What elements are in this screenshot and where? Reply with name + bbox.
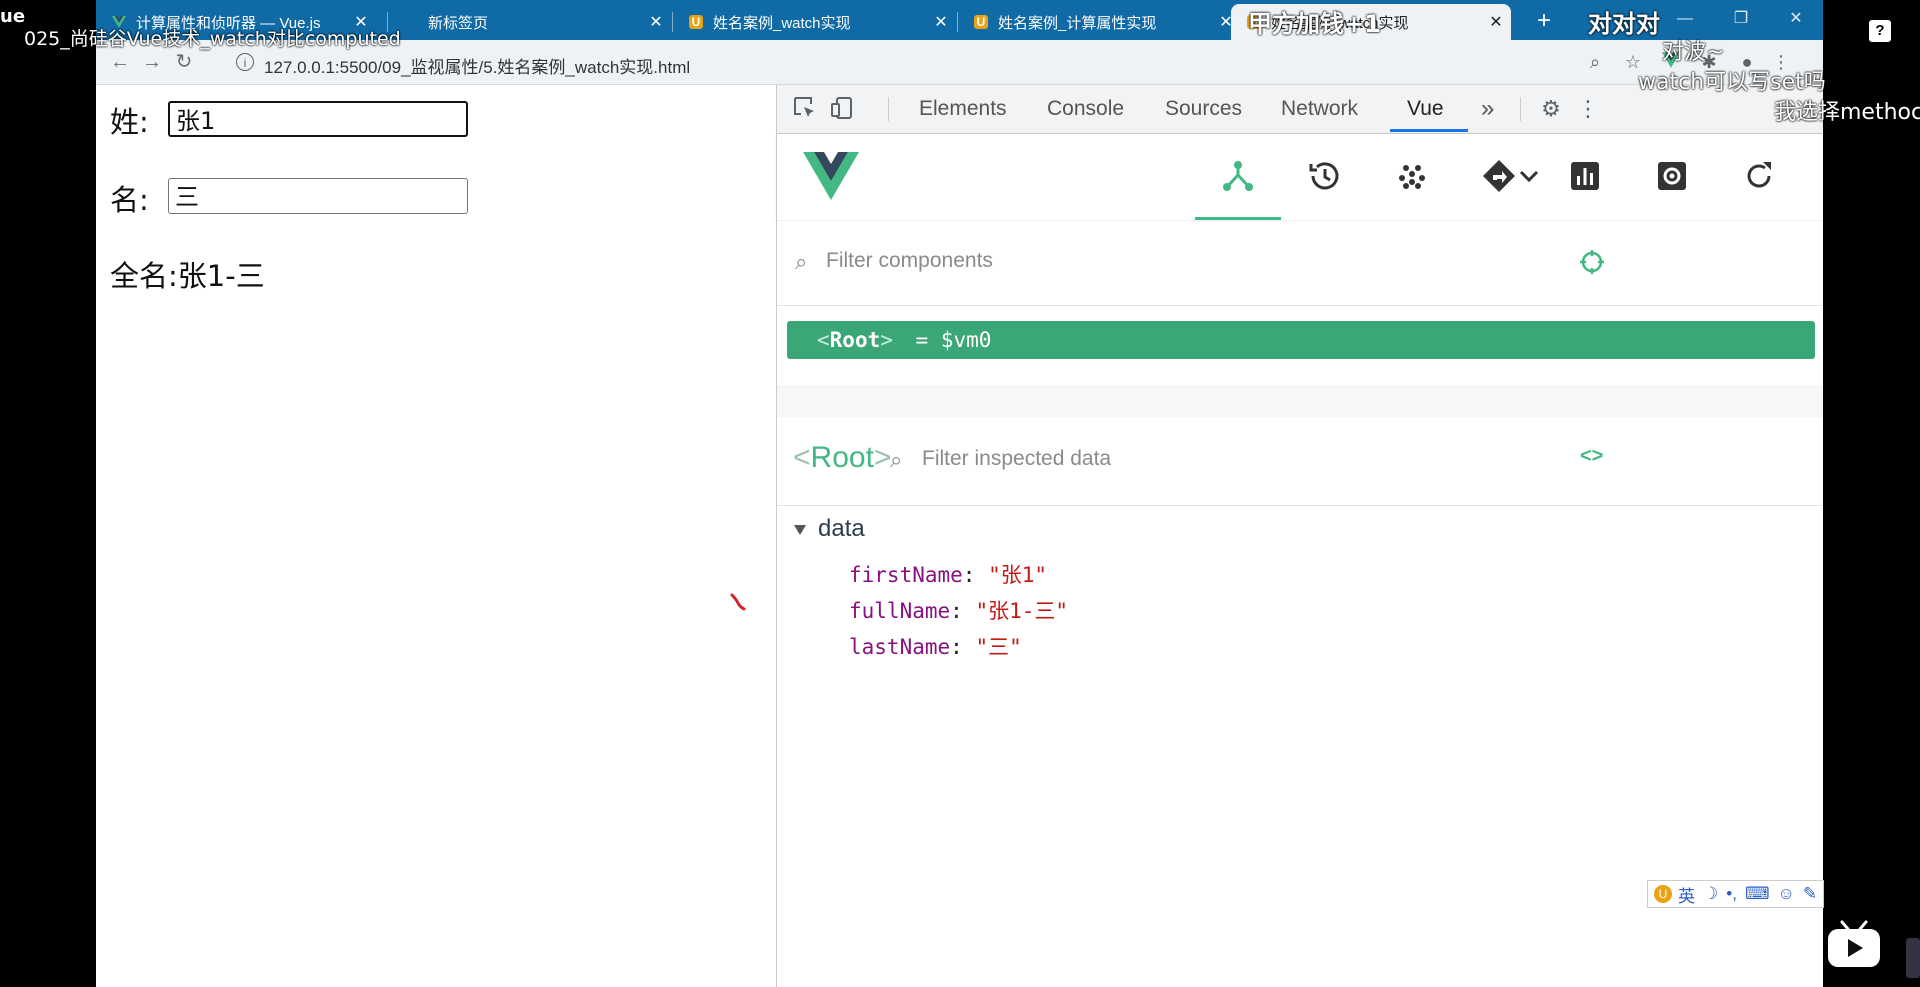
data-row-fullname[interactable]: fullName: "张1-三" (849, 595, 1068, 625)
refresh-icon[interactable] (1737, 154, 1781, 198)
tag-open: < (817, 328, 830, 352)
first-name-label: 姓: (110, 105, 149, 139)
search-icon: ⌕ (890, 447, 903, 472)
inspect-element-icon[interactable] (791, 95, 819, 123)
inspector-header: <Root> ⌕ Filter inspected data <> (777, 417, 1823, 506)
devtools-panel: Elements Console Sources Network Vue » ⚙… (776, 85, 1823, 987)
close-icon[interactable]: ✕ (926, 12, 956, 32)
full-name-label: 全名: (110, 259, 178, 293)
help-icon[interactable]: ? (1869, 20, 1891, 42)
browser-window: 计算属性和侦听器 — Vue.js ✕ 新标签页 ✕ U 姓名案例_watch实… (96, 0, 1823, 987)
window-close-button[interactable]: ✕ (1776, 6, 1816, 32)
back-button[interactable]: ← (106, 48, 134, 76)
select-component-target-icon[interactable] (1578, 248, 1606, 281)
active-vue-tab-indicator (1195, 217, 1281, 220)
components-tree-icon[interactable] (1216, 154, 1260, 198)
filter-components-input[interactable]: Filter components (826, 249, 993, 273)
html-file-icon: U (689, 15, 703, 29)
reload-button[interactable]: ↻ (170, 48, 198, 76)
minimize-button[interactable]: — (1665, 6, 1705, 32)
ime-logo-icon: U (1654, 885, 1672, 903)
html-file-icon: U (974, 15, 988, 29)
blank-page-icon (404, 15, 418, 29)
vue-logo-icon (803, 152, 859, 205)
page-content: 姓: 张1 名: 三 全名:张1-三 (96, 85, 776, 987)
overlay-fragment: ue (0, 6, 26, 27)
punctuation-icon[interactable]: •, (1726, 884, 1737, 904)
vm-reference: = $vm0 (915, 328, 992, 352)
full-name-value: 张1-三 (177, 259, 265, 293)
video-title: 025_尚硅谷Vue技术_watch对比computed (24, 28, 401, 50)
inspected-component-title: <Root> (793, 441, 892, 474)
tag-close: > (880, 328, 893, 352)
side-handle[interactable] (1906, 938, 1920, 978)
search-icon: ⌕ (795, 249, 808, 274)
tab-elements[interactable]: Elements (919, 85, 1007, 133)
last-name-label: 名: (110, 183, 149, 217)
danmaku-comment: 对波~ (1662, 40, 1725, 65)
component-tree-root[interactable]: <Root> = $vm0 (787, 321, 1815, 359)
tab-watch-demo[interactable]: U 姓名案例_watch实现 ✕ (673, 4, 956, 40)
tab-computed-demo[interactable]: U 姓名案例_计算属性实现 ✕ (958, 4, 1241, 40)
tab-new-tab[interactable]: 新标签页 ✕ (388, 4, 671, 40)
danmaku-comment: 我选择methoc (1774, 100, 1920, 125)
danmaku-comment: watch可以写set吗 (1638, 70, 1826, 95)
bilibili-tv-icon[interactable] (1826, 918, 1882, 975)
pen-mark-icon (730, 593, 746, 616)
tab-sources[interactable]: Sources (1165, 85, 1242, 133)
wrench-icon[interactable]: ✎ (1803, 884, 1817, 904)
active-tab-indicator (1390, 129, 1468, 132)
settings-gear-icon[interactable]: ⚙ (1537, 95, 1565, 123)
first-name-input[interactable]: 张1 (168, 101, 468, 137)
tab-label: 姓名案例_计算属性实现 (998, 14, 1157, 32)
tab-console[interactable]: Console (1047, 85, 1124, 133)
vue-settings-icon[interactable] (1650, 154, 1694, 198)
close-icon[interactable]: ✕ (1481, 12, 1511, 32)
forward-button[interactable]: → (138, 48, 166, 76)
last-name-input[interactable]: 三 (168, 178, 468, 214)
vue-devtools-toolbar (777, 134, 1823, 220)
moon-icon[interactable]: ☽ (1703, 884, 1718, 904)
full-name-display: 全名:张1-三 (110, 253, 265, 295)
close-icon[interactable]: ✕ (641, 12, 671, 32)
danmaku-comment: 对对对 (1588, 10, 1660, 38)
vuex-dots-icon[interactable] (1390, 154, 1434, 198)
tab-label: 新标签页 (428, 14, 489, 32)
chevron-down-icon[interactable] (1515, 154, 1543, 198)
panel-splitter[interactable] (777, 385, 1823, 417)
new-tab-button[interactable]: + (1529, 6, 1559, 36)
info-icon[interactable]: i (236, 53, 254, 71)
root-component-name: Root (829, 328, 881, 352)
devtools-menu-icon[interactable]: ⋮ (1574, 95, 1602, 123)
timeline-history-icon[interactable] (1303, 154, 1347, 198)
data-section-label[interactable]: data (818, 515, 865, 543)
tab-vue[interactable]: Vue (1407, 85, 1444, 133)
url-text[interactable]: 127.0.0.1:5500/09_监视属性/5.姓名案例_watch实现.ht… (264, 53, 690, 78)
tab-label: 姓名案例_watch实现 (713, 14, 851, 32)
data-row-firstname[interactable]: firstName: "张1" (849, 559, 1047, 589)
user-icon[interactable]: ☺ (1777, 884, 1794, 904)
filter-components-bar: ⌕ Filter components (777, 221, 1823, 306)
more-tabs-button[interactable]: » (1481, 85, 1494, 133)
tab-network[interactable]: Network (1281, 85, 1358, 133)
performance-chart-icon[interactable] (1563, 154, 1607, 198)
triangle-down-icon[interactable] (793, 523, 807, 541)
restore-button[interactable]: ❐ (1721, 6, 1761, 32)
danmaku-comment: 甲方加钱+1 (1248, 10, 1381, 38)
device-toolbar-icon[interactable] (828, 95, 856, 123)
ime-toolbar[interactable]: U 英 ☽ •, ⌨ ☺ ✎ (1647, 880, 1824, 908)
filter-inspected-data-input[interactable]: Filter inspected data (922, 447, 1111, 471)
zoom-icon[interactable]: ⌕ (1582, 49, 1608, 75)
data-row-lastname[interactable]: lastName: "三" (849, 631, 1022, 661)
code-toggle-icon[interactable]: <> (1580, 445, 1603, 468)
ime-mode[interactable]: 英 (1678, 882, 1695, 907)
keyboard-icon[interactable]: ⌨ (1745, 884, 1770, 904)
